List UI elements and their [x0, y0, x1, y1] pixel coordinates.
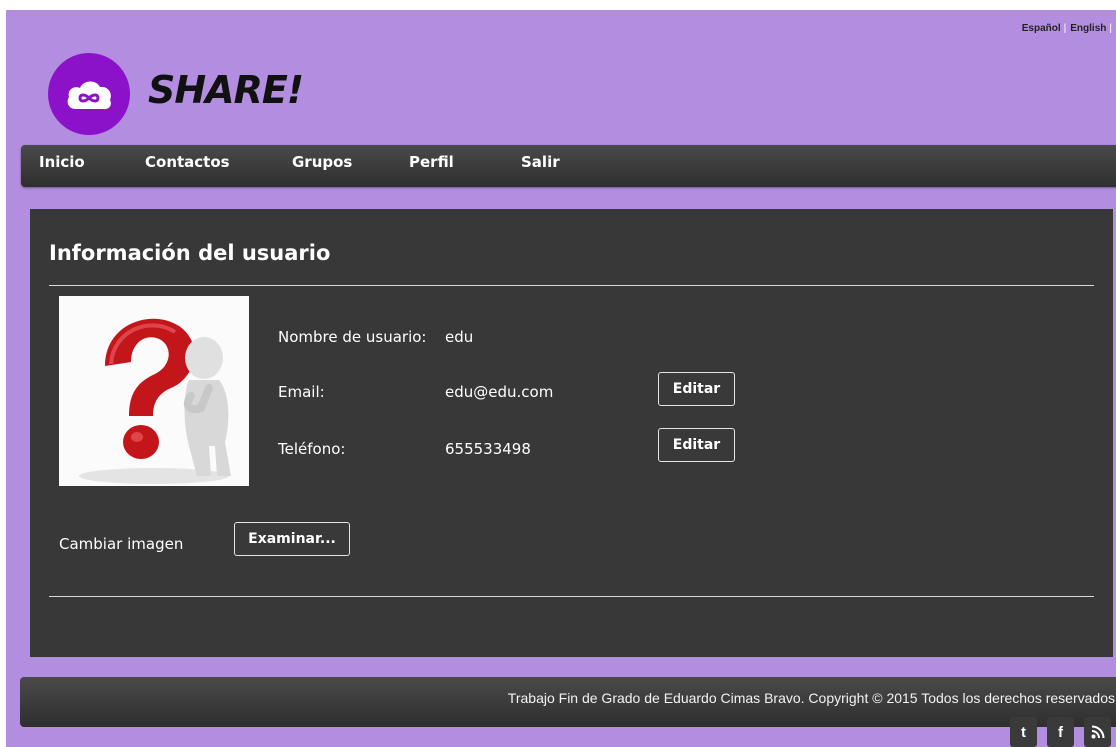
email-value: edu@edu.com [445, 383, 554, 401]
rss-icon[interactable] [1084, 717, 1111, 747]
question-figure-image [59, 296, 249, 486]
language-en-link[interactable]: English [1070, 23, 1106, 34]
main-nav: Inicio Contactos Grupos Perfil Salir [21, 145, 1116, 187]
rss-glyph-icon [1091, 725, 1104, 739]
nav-item-inicio[interactable]: Inicio [39, 153, 85, 171]
nav-item-grupos[interactable]: Grupos [292, 153, 352, 171]
user-info-panel: Información del usuario Nombre de usuari… [30, 209, 1113, 657]
username-value: edu [445, 328, 474, 346]
nav-item-perfil[interactable]: Perfil [409, 153, 454, 171]
edit-email-button[interactable]: Editar [658, 372, 735, 406]
edit-phone-button[interactable]: Editar [658, 428, 735, 462]
divider [49, 285, 1094, 286]
username-label: Nombre de usuario: [278, 328, 427, 346]
facebook-icon[interactable]: f [1047, 717, 1074, 747]
nav-item-salir[interactable]: Salir [521, 153, 560, 171]
twitter-icon[interactable]: t [1010, 717, 1037, 747]
avatar [59, 296, 249, 486]
phone-value: 655533498 [445, 440, 531, 458]
phone-label: Teléfono: [278, 440, 346, 458]
page-title: Información del usuario [49, 241, 331, 265]
logo-cloud-icon[interactable] [48, 53, 130, 135]
footer: Trabajo Fin de Grado de Eduardo Cimas Br… [20, 677, 1116, 727]
language-es-link[interactable]: Español [1022, 23, 1061, 34]
change-image-label: Cambiar imagen [59, 535, 184, 553]
divider [49, 596, 1094, 597]
brand-name[interactable]: SHARE! [148, 68, 304, 112]
language-switcher: Español | English | [1022, 23, 1116, 34]
copyright-text: Trabajo Fin de Grado de Eduardo Cimas Br… [507, 690, 1115, 706]
page: Español | English | SHARE! Inicio Contactos… [6, 10, 1116, 747]
nav-item-contactos[interactable]: Contactos [145, 153, 230, 171]
cloud-icon [67, 81, 111, 110]
language-separator: | [1063, 23, 1067, 34]
email-label: Email: [278, 383, 325, 401]
browse-button[interactable]: Examinar... [234, 522, 350, 556]
language-separator: | [1109, 23, 1112, 34]
